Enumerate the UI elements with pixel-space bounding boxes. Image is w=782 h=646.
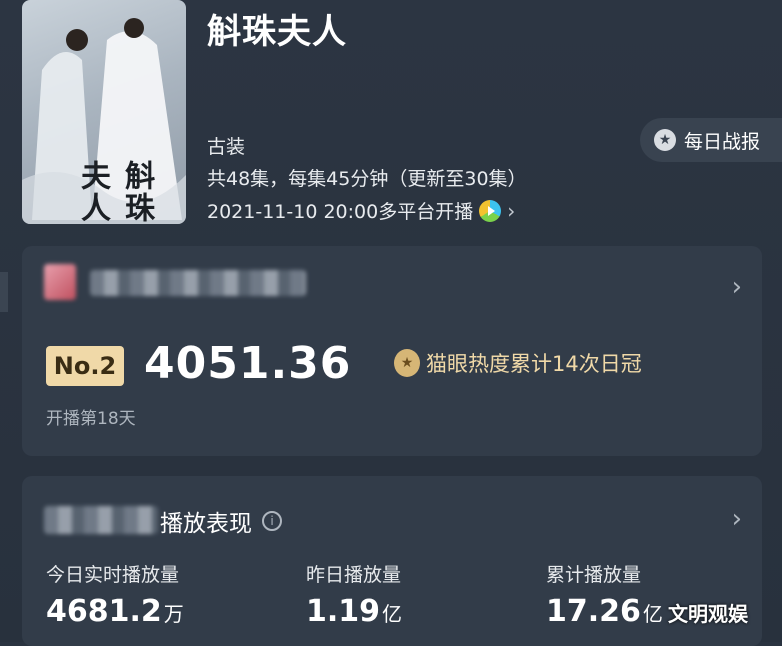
stat-number: 1.19 xyxy=(306,594,381,629)
medal-icon: ★ xyxy=(394,349,420,377)
blurred-platform-name xyxy=(44,506,158,534)
blurred-source-name xyxy=(90,270,306,296)
crown-text: 猫眼热度累计14次日冠 xyxy=(426,352,642,376)
chevron-right-icon[interactable]: › xyxy=(732,272,742,302)
stat-label-today: 今日实时播放量 xyxy=(46,564,180,586)
blurred-logo xyxy=(44,264,76,300)
stat-label-total: 累计播放量 xyxy=(546,564,642,586)
stat-unit: 亿 xyxy=(382,602,403,626)
show-genre: 古装 xyxy=(207,136,246,158)
performance-title-row: 播放表现 i xyxy=(160,504,282,538)
watermark-text: 文明观娱 xyxy=(668,602,748,626)
stat-value-yesterday: 1.19 亿 xyxy=(306,594,402,629)
stat-value-today: 4681.2 万 xyxy=(46,594,184,629)
poster-title: 斛珠夫人 xyxy=(75,160,154,224)
days-since-premiere: 开播第18天 xyxy=(46,409,136,429)
premiere-text: 2021-11-10 20:00多平台开播 xyxy=(207,201,474,223)
heat-card[interactable]: › No.2 4051.36 ★ 猫眼热度累计14次日冠 开播第18天 xyxy=(22,246,762,456)
daily-report-label: 每日战报 xyxy=(684,130,761,153)
stat-label-yesterday: 昨日播放量 xyxy=(306,564,402,586)
show-title: 斛珠夫人 xyxy=(207,12,347,52)
rank-badge: No.2 xyxy=(46,346,124,386)
info-icon[interactable]: i xyxy=(262,511,282,531)
chevron-right-icon[interactable]: › xyxy=(732,504,742,534)
stat-unit: 万 xyxy=(163,602,184,626)
poster-image[interactable]: 斛珠夫人 xyxy=(22,0,186,224)
show-episodes: 共48集，每集45分钟（更新至30集） xyxy=(207,168,527,190)
edge-handle xyxy=(0,272,8,312)
platform-play-icon xyxy=(479,199,502,222)
stat-unit: 亿 xyxy=(642,602,663,626)
stat-number: 17.26 xyxy=(546,594,641,629)
performance-card[interactable]: 播放表现 i › 今日实时播放量 4681.2 万 昨日播放量 1.19 亿 累计播… xyxy=(22,476,762,646)
chevron-right-icon: › xyxy=(507,198,516,223)
star-icon: ★ xyxy=(654,129,676,151)
stat-number: 4681.2 xyxy=(46,594,162,629)
stat-value-total: 17.26 亿 xyxy=(546,594,663,629)
heat-value: 4051.36 xyxy=(144,338,352,389)
crown-info: ★ 猫眼热度累计14次日冠 xyxy=(394,348,642,378)
premiere-row[interactable]: 2021-11-10 20:00多平台开播 › xyxy=(207,197,515,224)
performance-title: 播放表现 xyxy=(160,511,252,537)
daily-report-button[interactable]: ★ 每日战报 xyxy=(640,118,782,162)
